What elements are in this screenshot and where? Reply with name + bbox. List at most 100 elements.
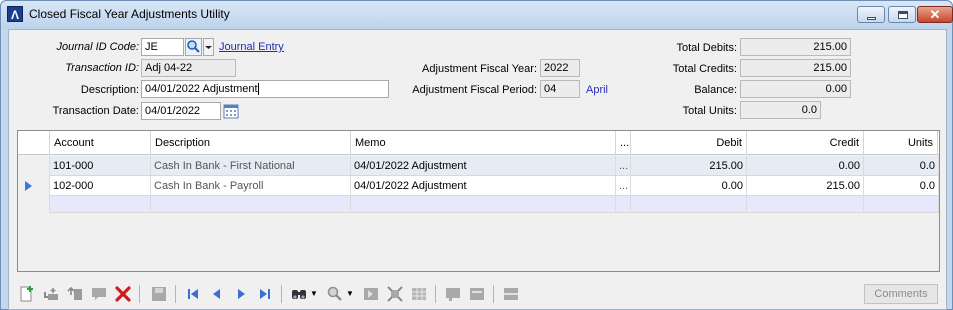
- journal-entry-link[interactable]: Journal Entry: [219, 41, 284, 53]
- fiscal-period-field[interactable]: 04: [540, 80, 580, 98]
- column-header-memo[interactable]: Memo: [351, 131, 616, 155]
- title-bar[interactable]: Λ Closed Fiscal Year Adjustments Utility…: [1, 1, 953, 29]
- calendar-icon: [223, 104, 239, 119]
- find-button[interactable]: [289, 284, 309, 304]
- toolbar-separator: [493, 285, 494, 303]
- zoom-dropdown-button[interactable]: ▼: [345, 284, 355, 304]
- cell-credit[interactable]: 215.00: [747, 176, 864, 196]
- table-row[interactable]: 101-000 Cash In Bank - First National 04…: [18, 156, 939, 176]
- insert-above-button[interactable]: [65, 284, 85, 304]
- calendar-button[interactable]: [223, 103, 239, 119]
- app-window: Λ Closed Fiscal Year Adjustments Utility…: [0, 0, 953, 310]
- cell-units[interactable]: 0.0: [864, 156, 939, 176]
- last-record-button[interactable]: [255, 284, 275, 304]
- row-indicator: [18, 176, 50, 196]
- journal-lookup-button[interactable]: [185, 38, 202, 56]
- toolbar-separator: [139, 285, 140, 303]
- cell-debit[interactable]: 215.00: [631, 156, 747, 176]
- cell-debit[interactable]: 0.00: [631, 176, 747, 196]
- new-document-icon: [20, 286, 33, 302]
- journal-dropdown-button[interactable]: [203, 38, 214, 56]
- layout-button[interactable]: [501, 284, 521, 304]
- row-indicator: [18, 156, 50, 176]
- first-record-button[interactable]: [183, 284, 203, 304]
- zoom-button[interactable]: [325, 284, 345, 304]
- description-field[interactable]: 04/01/2022 Adjustment: [141, 80, 389, 98]
- balance-label: Balance:: [694, 84, 737, 96]
- total-credits-field: 215.00: [740, 59, 851, 77]
- delete-x-icon: [115, 286, 131, 302]
- column-header-ellipsis[interactable]: ...: [616, 131, 631, 155]
- cell-credit[interactable]: [747, 196, 864, 213]
- cell-description: [151, 196, 351, 213]
- fiscal-year-field[interactable]: 2022: [540, 59, 580, 77]
- app-logo-icon: Λ: [7, 6, 23, 22]
- row-indicator: [18, 196, 50, 213]
- column-header-account[interactable]: Account: [50, 131, 151, 155]
- insert-above-icon: [67, 286, 82, 300]
- find-dropdown-button[interactable]: ▼: [309, 284, 319, 304]
- comments-button[interactable]: Comments: [864, 284, 938, 304]
- balance-field: 0.00: [740, 80, 851, 98]
- cell-account[interactable]: 102-000: [50, 176, 151, 196]
- report-icon: [446, 288, 460, 301]
- column-header-credit[interactable]: Credit: [747, 131, 864, 155]
- next-record-button[interactable]: [231, 284, 251, 304]
- export-button[interactable]: [467, 284, 487, 304]
- cell-units[interactable]: 0.0: [864, 176, 939, 196]
- table-row[interactable]: 102-000 Cash In Bank - Payroll 04/01/202…: [18, 176, 939, 196]
- export-icon: [470, 288, 484, 300]
- cell-account[interactable]: 101-000: [50, 156, 151, 176]
- cell-credit[interactable]: 0.00: [747, 156, 864, 176]
- bottom-toolbar: ▼ ▼ Comments: [15, 281, 940, 307]
- grid-header: Account Description Memo ... Debit Credi…: [18, 131, 939, 155]
- cell-ellipsis-button[interactable]: ...: [616, 176, 631, 196]
- note-button[interactable]: [89, 284, 109, 304]
- text-caret: [257, 83, 259, 96]
- toolbar-separator: [435, 285, 436, 303]
- first-record-icon: [188, 289, 198, 299]
- new-record-button[interactable]: [17, 284, 37, 304]
- transaction-id-field[interactable]: Adj 04-22: [141, 59, 236, 77]
- next-arrow-icon: [238, 289, 245, 299]
- grid-option-3-button[interactable]: [409, 284, 429, 304]
- total-debits-label: Total Debits:: [676, 42, 737, 54]
- cell-account[interactable]: [50, 196, 151, 213]
- description-label: Description:: [80, 84, 139, 96]
- toolbar-separator: [175, 285, 176, 303]
- cell-memo[interactable]: 04/01/2022 Adjustment: [351, 156, 616, 176]
- total-units-label: Total Units:: [682, 105, 737, 117]
- cell-debit[interactable]: [631, 196, 747, 213]
- column-header-debit[interactable]: Debit: [631, 131, 747, 155]
- total-credits-label: Total Credits:: [672, 63, 737, 75]
- report-button[interactable]: [443, 284, 463, 304]
- transactions-grid: Account Description Memo ... Debit Credi…: [17, 130, 940, 272]
- insert-row-icon: [44, 288, 58, 300]
- cell-memo[interactable]: [351, 196, 616, 213]
- cell-memo[interactable]: 04/01/2022 Adjustment: [351, 176, 616, 196]
- cell-ellipsis-button[interactable]: [616, 196, 631, 213]
- toolbar-separator: [281, 285, 282, 303]
- zoom-magnifier-icon: [327, 286, 342, 301]
- close-button[interactable]: ✕: [917, 6, 953, 23]
- delete-button[interactable]: [113, 284, 133, 304]
- grid-option-2-button[interactable]: [385, 284, 405, 304]
- minimize-button[interactable]: [857, 6, 885, 23]
- binoculars-icon: [292, 290, 306, 299]
- cell-ellipsis-button[interactable]: ...: [616, 156, 631, 176]
- magnifier-icon: [187, 40, 200, 53]
- transaction-date-field[interactable]: 04/01/2022: [141, 102, 221, 120]
- journal-id-field[interactable]: JE: [141, 38, 184, 56]
- fiscal-period-label: Adjustment Fiscal Period:: [412, 84, 537, 96]
- cell-units[interactable]: [864, 196, 939, 213]
- insert-row-button[interactable]: [41, 284, 61, 304]
- save-button[interactable]: [149, 284, 169, 304]
- grid-option-1-button[interactable]: [361, 284, 381, 304]
- column-header-units[interactable]: Units: [864, 131, 938, 155]
- maximize-button[interactable]: [888, 6, 916, 23]
- new-row[interactable]: [18, 196, 939, 213]
- save-icon: [152, 287, 166, 301]
- chevron-down-icon: ▼: [346, 289, 354, 298]
- column-header-description[interactable]: Description: [151, 131, 351, 155]
- previous-record-button[interactable]: [207, 284, 227, 304]
